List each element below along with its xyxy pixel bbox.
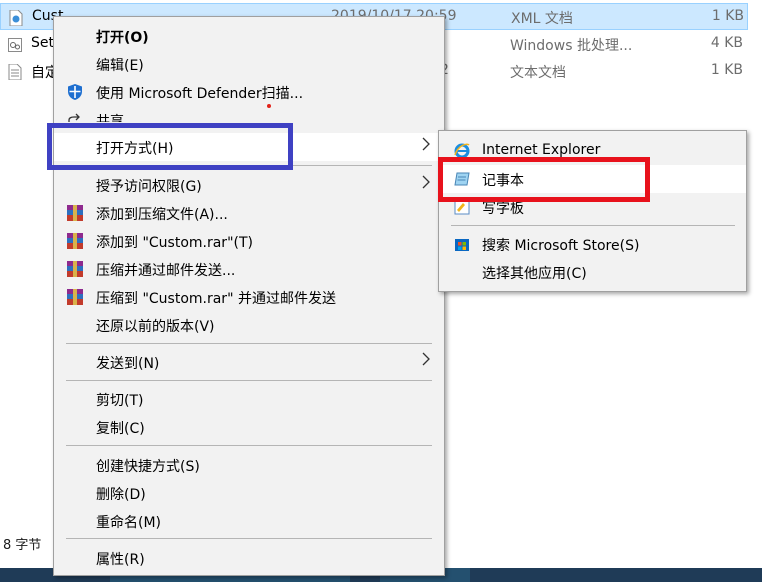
menu-item-label: 打开(O) [96, 30, 149, 46]
menu-item-open[interactable]: 打开(O) [54, 22, 444, 50]
menu-item-label: 重命名(M) [96, 515, 162, 531]
menu-item-label: 压缩到 "Custom.rar" 并通过邮件发送 [96, 291, 336, 307]
submenu-item-label: 搜索 Microsoft Store(S) [482, 238, 640, 254]
submenu-item-label: Internet Explorer [482, 142, 601, 158]
share-icon [68, 113, 80, 122]
file-size: 1 KB [711, 8, 744, 24]
menu-item-edit[interactable]: 编辑(E) [54, 50, 444, 78]
winrar-icon [67, 205, 83, 221]
menu-item-add-to-archive[interactable]: 添加到压缩文件(A)... [54, 199, 444, 227]
batch-file-icon [8, 38, 22, 52]
menu-item-label: 删除(D) [96, 487, 146, 503]
menu-item-label: 授予访问权限(G) [96, 179, 202, 195]
menu-item-rename[interactable]: 重命名(M) [54, 507, 444, 535]
context-menu: 打开(O) 编辑(E) 使用 Microsoft Defender扫描... 共… [53, 16, 445, 576]
menu-separator [66, 343, 432, 344]
menu-item-label: 使用 Microsoft Defender扫描... [96, 86, 304, 102]
submenu-item-choose-other-app[interactable]: 选择其他应用(C) [439, 258, 746, 286]
status-bar-text: 8 字节 [3, 538, 42, 553]
menu-separator [66, 445, 432, 446]
menu-item-copy[interactable]: 复制(C) [54, 413, 444, 441]
chevron-right-icon [422, 175, 430, 189]
menu-separator [451, 225, 735, 226]
defender-shield-icon [68, 84, 82, 100]
menu-separator [66, 538, 432, 539]
file-type: 文本文档 [510, 65, 566, 81]
menu-separator [66, 380, 432, 381]
xml-file-icon [9, 10, 23, 26]
menu-item-compress-email[interactable]: 压缩并通过邮件发送... [54, 255, 444, 283]
menu-item-label: 添加到压缩文件(A)... [96, 207, 228, 223]
chevron-right-icon [422, 352, 430, 366]
menu-item-label: 共享 [96, 114, 124, 122]
menu-item-create-shortcut[interactable]: 创建快捷方式(S) [54, 451, 444, 479]
menu-item-label: 压缩并通过邮件发送... [96, 263, 236, 279]
winrar-icon [67, 289, 83, 305]
menu-item-label: 发送到(N) [96, 356, 160, 372]
menu-item-label: 编辑(E) [96, 58, 144, 74]
file-type: XML 文档 [511, 11, 573, 27]
menu-item-add-to-custom-rar[interactable]: 添加到 "Custom.rar"(T) [54, 227, 444, 255]
file-type: Windows 批处理... [510, 38, 633, 54]
submenu-item-label: 选择其他应用(C) [482, 266, 587, 282]
winrar-icon [67, 233, 83, 249]
menu-item-grant-access[interactable]: 授予访问权限(G) [54, 171, 444, 199]
menu-item-compress-custom-email[interactable]: 压缩到 "Custom.rar" 并通过邮件发送 [54, 283, 444, 311]
menu-item-label: 属性(R) [96, 552, 145, 568]
menu-item-delete[interactable]: 删除(D) [54, 479, 444, 507]
file-size: 1 KB [710, 62, 743, 78]
menu-item-share[interactable]: 共享 [54, 106, 444, 122]
highlight-box-notepad [438, 157, 650, 202]
menu-item-label: 创建快捷方式(S) [96, 459, 200, 475]
highlight-box-open-with [47, 123, 293, 170]
menu-item-properties[interactable]: 属性(R) [54, 544, 444, 572]
menu-item-label: 复制(C) [96, 421, 145, 437]
menu-item-label: 还原以前的版本(V) [96, 319, 215, 335]
text-file-icon [8, 64, 22, 80]
menu-item-send-to[interactable]: 发送到(N) [54, 348, 444, 376]
menu-item-label: 剪切(T) [96, 393, 144, 409]
submenu-item-microsoft-store[interactable]: 搜索 Microsoft Store(S) [439, 230, 746, 258]
winrar-icon [67, 261, 83, 277]
file-size: 4 KB [710, 35, 743, 51]
menu-item-label: 添加到 "Custom.rar"(T) [96, 235, 253, 251]
menu-item-restore-versions[interactable]: 还原以前的版本(V) [54, 311, 444, 339]
chevron-right-icon [422, 137, 430, 151]
menu-item-cut[interactable]: 剪切(T) [54, 385, 444, 413]
open-with-submenu: Internet Explorer 记事本 写字板 搜索 Microsoft S… [438, 130, 747, 292]
menu-item-defender-scan[interactable]: 使用 Microsoft Defender扫描... [54, 78, 444, 106]
microsoft-store-icon [455, 239, 469, 251]
file-name: Set [31, 35, 54, 51]
